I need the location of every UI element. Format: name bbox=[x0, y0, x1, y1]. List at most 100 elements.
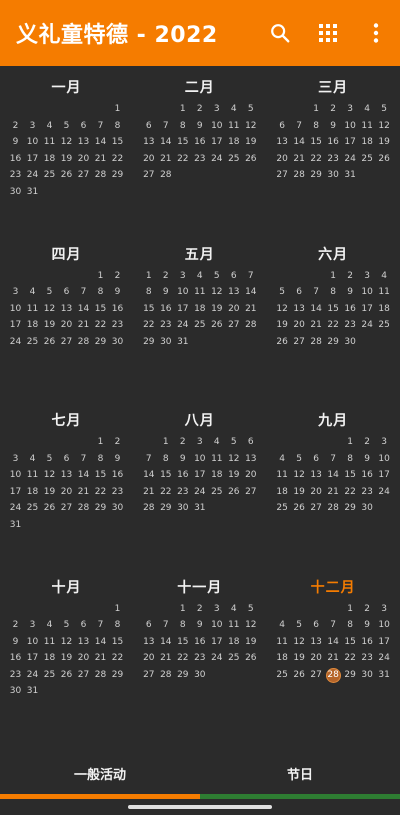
day-cell[interactable]: 25 bbox=[41, 167, 58, 184]
day-cell[interactable]: 14 bbox=[75, 301, 92, 318]
day-cell[interactable]: 26 bbox=[58, 667, 75, 684]
day-cell[interactable]: 29 bbox=[92, 334, 109, 351]
day-cell[interactable]: 14 bbox=[308, 301, 325, 318]
day-cell[interactable]: 13 bbox=[140, 134, 157, 151]
day-cell[interactable]: 24 bbox=[24, 167, 41, 184]
day-cell[interactable]: 22 bbox=[342, 650, 359, 667]
day-cell[interactable]: 16 bbox=[7, 650, 24, 667]
day-cell[interactable]: 16 bbox=[191, 134, 208, 151]
day-cell[interactable]: 4 bbox=[376, 268, 393, 285]
day-cell[interactable]: 7 bbox=[157, 617, 174, 634]
day-cell[interactable]: 31 bbox=[376, 667, 393, 684]
day-cell[interactable]: 20 bbox=[140, 650, 157, 667]
day-cell[interactable]: 21 bbox=[92, 650, 109, 667]
day-cell[interactable]: 9 bbox=[157, 284, 174, 301]
day-cell[interactable]: 25 bbox=[208, 484, 225, 501]
day-cell[interactable]: 11 bbox=[41, 134, 58, 151]
day-cell[interactable]: 9 bbox=[7, 134, 24, 151]
day-cell[interactable]: 21 bbox=[325, 650, 342, 667]
day-cell[interactable]: 1 bbox=[92, 268, 109, 285]
day-cell[interactable]: 25 bbox=[225, 650, 242, 667]
day-cell[interactable]: 8 bbox=[157, 451, 174, 468]
day-cell[interactable]: 21 bbox=[92, 151, 109, 168]
day-cell[interactable]: 5 bbox=[58, 617, 75, 634]
day-cell[interactable]: 23 bbox=[7, 167, 24, 184]
day-cell[interactable]: 2 bbox=[325, 101, 342, 118]
day-cell[interactable]: 16 bbox=[325, 134, 342, 151]
day-cell[interactable]: 30 bbox=[109, 500, 126, 517]
day-cell[interactable]: 6 bbox=[58, 451, 75, 468]
day-cell[interactable]: 19 bbox=[58, 650, 75, 667]
day-cell[interactable]: 22 bbox=[140, 317, 157, 334]
day-cell[interactable]: 13 bbox=[58, 301, 75, 318]
day-cell[interactable]: 19 bbox=[274, 317, 291, 334]
day-cell[interactable]: 2 bbox=[191, 601, 208, 618]
day-cell[interactable]: 16 bbox=[157, 301, 174, 318]
day-cell[interactable]: 15 bbox=[342, 467, 359, 484]
day-cell[interactable]: 4 bbox=[24, 284, 41, 301]
day-cell[interactable]: 19 bbox=[41, 484, 58, 501]
day-cell[interactable]: 7 bbox=[140, 451, 157, 468]
day-cell[interactable]: 25 bbox=[24, 334, 41, 351]
day-cell[interactable]: 10 bbox=[7, 467, 24, 484]
day-cell[interactable]: 1 bbox=[157, 434, 174, 451]
day-cell[interactable]: 8 bbox=[109, 118, 126, 135]
day-cell[interactable]: 20 bbox=[308, 650, 325, 667]
day-cell[interactable]: 24 bbox=[24, 667, 41, 684]
day-cell[interactable]: 22 bbox=[308, 151, 325, 168]
day-cell[interactable]: 16 bbox=[7, 151, 24, 168]
day-cell[interactable]: 29 bbox=[140, 334, 157, 351]
day-cell[interactable]: 9 bbox=[342, 284, 359, 301]
day-cell[interactable]: 23 bbox=[109, 484, 126, 501]
day-cell[interactable]: 8 bbox=[92, 284, 109, 301]
day-cell[interactable]: 5 bbox=[242, 101, 259, 118]
day-cell[interactable]: 3 bbox=[376, 601, 393, 618]
day-cell[interactable]: 27 bbox=[291, 334, 308, 351]
day-cell[interactable]: 4 bbox=[359, 101, 376, 118]
day-cell[interactable]: 6 bbox=[274, 118, 291, 135]
day-cell[interactable]: 12 bbox=[225, 451, 242, 468]
tab-general-events[interactable]: 一般活动 bbox=[0, 758, 200, 794]
day-cell[interactable]: 14 bbox=[92, 634, 109, 651]
day-cell[interactable]: 3 bbox=[342, 101, 359, 118]
day-cell[interactable]: 1 bbox=[140, 268, 157, 285]
day-cell[interactable]: 11 bbox=[225, 118, 242, 135]
day-cell[interactable]: 20 bbox=[274, 151, 291, 168]
day-cell[interactable]: 6 bbox=[75, 617, 92, 634]
day-cell[interactable]: 22 bbox=[109, 650, 126, 667]
day-cell[interactable]: 26 bbox=[291, 667, 308, 684]
day-cell[interactable]: 27 bbox=[308, 500, 325, 517]
day-cell[interactable]: 9 bbox=[325, 118, 342, 135]
day-cell[interactable]: 15 bbox=[174, 134, 191, 151]
day-cell[interactable]: 28 bbox=[75, 500, 92, 517]
day-cell[interactable]: 2 bbox=[7, 118, 24, 135]
day-cell[interactable]: 3 bbox=[191, 434, 208, 451]
tab-holidays[interactable]: 节日 bbox=[200, 758, 400, 794]
day-cell[interactable]: 3 bbox=[359, 268, 376, 285]
month-10[interactable]: 十月 1 2 3 4 5 6 7 8 9 10 11 12 13 14 15 16 17 18 19 20 21 22 23 2… bbox=[0, 566, 133, 732]
day-cell[interactable]: 28 bbox=[325, 500, 342, 517]
day-cell[interactable]: 5 bbox=[376, 101, 393, 118]
day-cell[interactable]: 28 bbox=[157, 667, 174, 684]
day-cell[interactable]: 13 bbox=[58, 467, 75, 484]
day-cell[interactable]: 24 bbox=[7, 334, 24, 351]
day-cell[interactable]: 13 bbox=[242, 451, 259, 468]
day-cell[interactable]: 29 bbox=[325, 334, 342, 351]
day-cell[interactable]: 20 bbox=[140, 151, 157, 168]
day-cell[interactable]: 18 bbox=[225, 634, 242, 651]
day-cell[interactable]: 30 bbox=[359, 667, 376, 684]
day-cell[interactable]: 4 bbox=[191, 268, 208, 285]
day-cell[interactable]: 5 bbox=[225, 434, 242, 451]
day-cell[interactable]: 11 bbox=[274, 634, 291, 651]
day-cell[interactable]: 18 bbox=[191, 301, 208, 318]
day-cell[interactable]: 12 bbox=[376, 118, 393, 135]
day-cell[interactable]: 17 bbox=[208, 134, 225, 151]
day-cell[interactable]: 6 bbox=[291, 284, 308, 301]
day-cell[interactable]: 7 bbox=[325, 451, 342, 468]
day-cell[interactable]: 3 bbox=[24, 617, 41, 634]
day-cell[interactable]: 4 bbox=[274, 617, 291, 634]
day-cell[interactable]: 11 bbox=[41, 634, 58, 651]
day-cell[interactable]: 10 bbox=[24, 634, 41, 651]
day-cell[interactable]: 26 bbox=[208, 317, 225, 334]
day-cell[interactable]: 28 bbox=[308, 334, 325, 351]
